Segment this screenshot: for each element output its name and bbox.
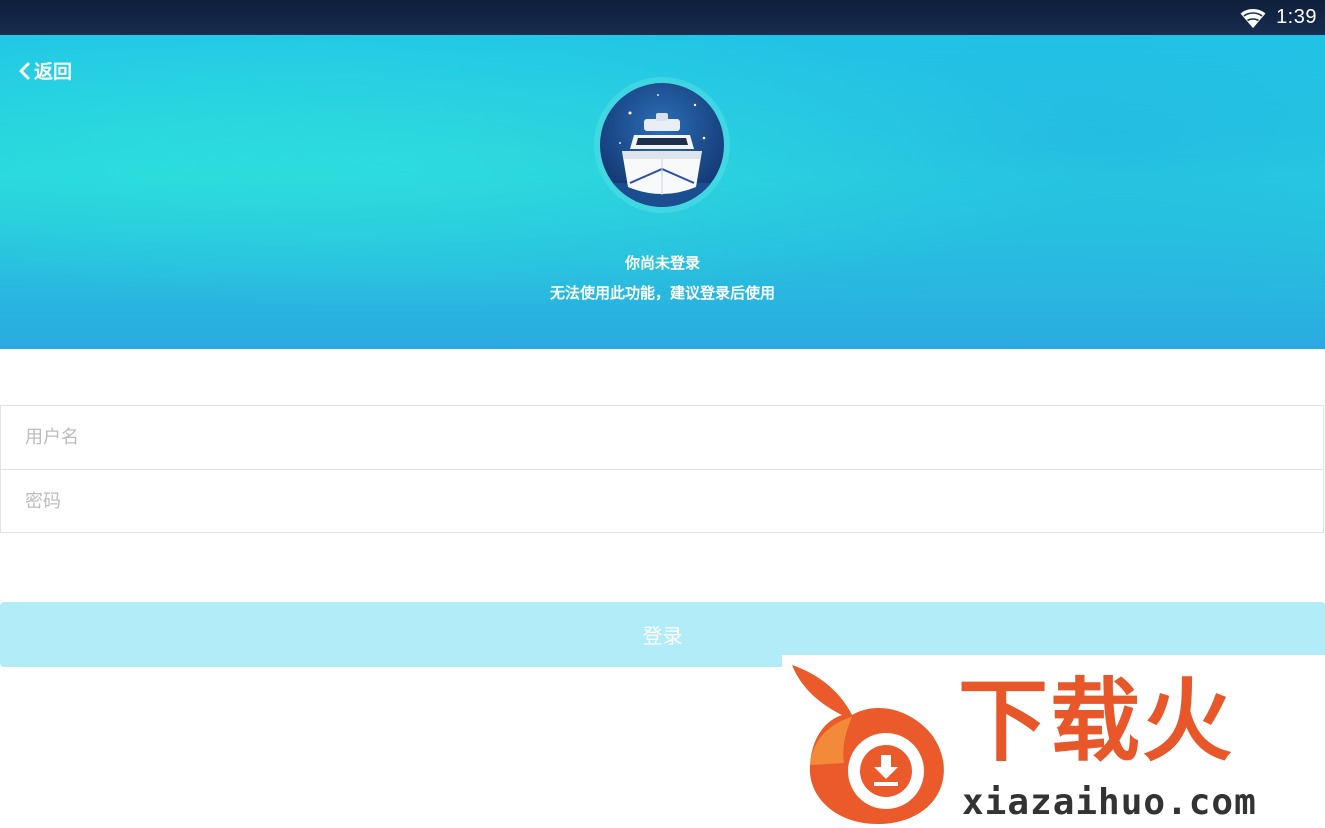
flame-download-icon	[792, 665, 944, 825]
username-input[interactable]	[23, 406, 1323, 469]
avatar-image	[600, 83, 724, 207]
password-field-row	[1, 469, 1323, 532]
back-label: 返回	[34, 61, 73, 83]
password-input[interactable]	[23, 470, 1323, 532]
login-form	[0, 405, 1324, 533]
status-bar: 1:39	[0, 0, 1325, 35]
back-button[interactable]: 返回	[16, 57, 72, 84]
login-button-label: 登录	[642, 624, 683, 648]
clock: 1:39	[1276, 6, 1317, 28]
login-header: 返回 你尚未登录 无法使用此功能，建议登录后使用	[0, 35, 1325, 349]
watermark: 下载火 xiazaihuo.com	[782, 655, 1325, 828]
username-field-row	[1, 406, 1323, 469]
watermark-brand-text: 下载火	[958, 669, 1234, 774]
chevron-left-icon	[19, 62, 30, 79]
login-notice-subtitle: 无法使用此功能，建议登录后使用	[549, 284, 775, 302]
wifi-icon	[1240, 8, 1266, 28]
avatar	[594, 77, 730, 213]
status-icons: 1:39	[1240, 0, 1317, 35]
boat-icon	[600, 94, 724, 207]
watermark-url: xiazaihuo.com	[962, 782, 1257, 823]
login-notice-title: 你尚未登录	[624, 254, 700, 272]
